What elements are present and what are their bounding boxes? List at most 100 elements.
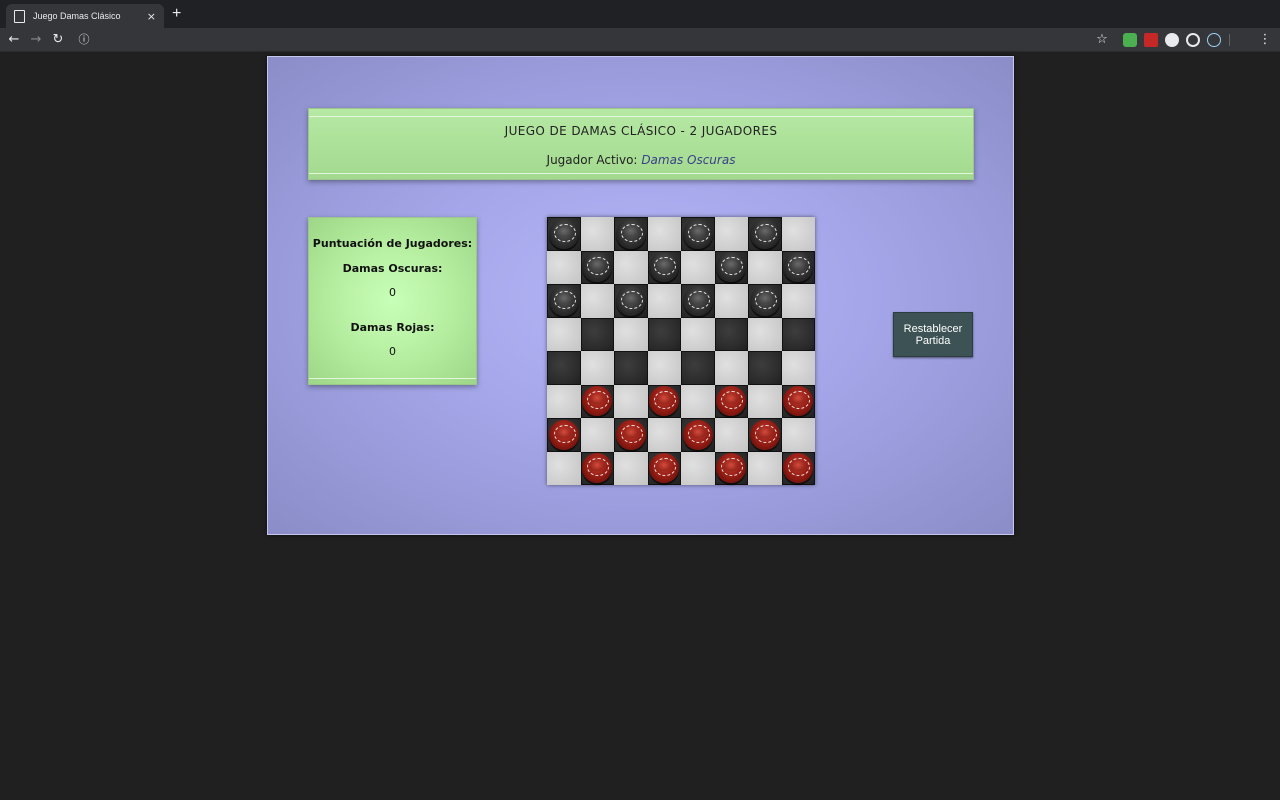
dark-checker-piece[interactable] bbox=[716, 252, 747, 283]
board-square[interactable] bbox=[781, 250, 815, 284]
board-square[interactable] bbox=[580, 250, 614, 284]
board-square[interactable] bbox=[580, 418, 614, 452]
red-checker-piece[interactable] bbox=[582, 386, 613, 417]
board-square[interactable] bbox=[714, 384, 748, 418]
board-square[interactable] bbox=[681, 418, 715, 452]
red-checker-piece[interactable] bbox=[649, 386, 680, 417]
board-square[interactable] bbox=[580, 317, 614, 351]
red-checker-piece[interactable] bbox=[716, 386, 747, 417]
board-square[interactable] bbox=[647, 351, 681, 385]
board-square[interactable] bbox=[681, 384, 715, 418]
board-square[interactable] bbox=[714, 317, 748, 351]
board-square[interactable] bbox=[781, 418, 815, 452]
board-square[interactable] bbox=[580, 451, 614, 485]
board-square[interactable] bbox=[647, 451, 681, 485]
board-square[interactable] bbox=[547, 418, 581, 452]
board-square[interactable] bbox=[714, 250, 748, 284]
dark-checker-piece[interactable] bbox=[749, 285, 780, 316]
red-checker-piece[interactable] bbox=[649, 453, 680, 484]
board-square[interactable] bbox=[614, 217, 648, 251]
board-square[interactable] bbox=[547, 451, 581, 485]
dark-checker-piece[interactable] bbox=[615, 218, 646, 249]
red-checker-piece[interactable] bbox=[548, 419, 579, 450]
board-square[interactable] bbox=[748, 217, 782, 251]
board-square[interactable] bbox=[781, 284, 815, 318]
board-square[interactable] bbox=[748, 284, 782, 318]
board-square[interactable] bbox=[714, 418, 748, 452]
board-square[interactable] bbox=[714, 351, 748, 385]
board-square[interactable] bbox=[580, 217, 614, 251]
board-square[interactable] bbox=[781, 451, 815, 485]
close-tab-icon[interactable]: × bbox=[147, 10, 156, 23]
dark-checker-piece[interactable] bbox=[749, 218, 780, 249]
board-square[interactable] bbox=[681, 317, 715, 351]
board-square[interactable] bbox=[614, 451, 648, 485]
browser-menu-icon[interactable]: ⋮ bbox=[1256, 31, 1274, 49]
reset-game-button[interactable]: Restablecer Partida bbox=[893, 312, 973, 357]
board-square[interactable] bbox=[547, 351, 581, 385]
board-square[interactable] bbox=[681, 250, 715, 284]
board-square[interactable] bbox=[647, 250, 681, 284]
extension-icon[interactable] bbox=[1123, 33, 1137, 47]
board-square[interactable] bbox=[647, 418, 681, 452]
board-square[interactable] bbox=[547, 384, 581, 418]
board-square[interactable] bbox=[681, 217, 715, 251]
board-square[interactable] bbox=[714, 284, 748, 318]
site-info-icon[interactable]: ⓘ bbox=[75, 31, 93, 49]
red-checker-piece[interactable] bbox=[615, 419, 646, 450]
dark-checker-piece[interactable] bbox=[548, 218, 579, 249]
board-square[interactable] bbox=[547, 317, 581, 351]
red-checker-piece[interactable] bbox=[716, 453, 747, 484]
red-checker-piece[interactable] bbox=[749, 419, 780, 450]
board-square[interactable] bbox=[647, 284, 681, 318]
dark-checker-piece[interactable] bbox=[615, 285, 646, 316]
dark-checker-piece[interactable] bbox=[582, 252, 613, 283]
board-square[interactable] bbox=[681, 351, 715, 385]
board-square[interactable] bbox=[547, 284, 581, 318]
board-square[interactable] bbox=[714, 451, 748, 485]
board-square[interactable] bbox=[647, 217, 681, 251]
reload-icon[interactable]: ↻ bbox=[49, 31, 67, 49]
extension-icon[interactable] bbox=[1165, 33, 1179, 47]
board-square[interactable] bbox=[614, 317, 648, 351]
board-square[interactable] bbox=[748, 451, 782, 485]
board-square[interactable] bbox=[781, 351, 815, 385]
board-square[interactable] bbox=[580, 284, 614, 318]
board-square[interactable] bbox=[748, 418, 782, 452]
red-checker-piece[interactable] bbox=[783, 386, 814, 417]
board-square[interactable] bbox=[781, 317, 815, 351]
new-tab-icon[interactable]: + bbox=[172, 5, 181, 23]
back-icon[interactable]: ← bbox=[5, 31, 23, 49]
board-square[interactable] bbox=[647, 384, 681, 418]
board-square[interactable] bbox=[714, 217, 748, 251]
board-square[interactable] bbox=[748, 250, 782, 284]
board-square[interactable] bbox=[748, 384, 782, 418]
red-checker-piece[interactable] bbox=[783, 453, 814, 484]
board-square[interactable] bbox=[547, 250, 581, 284]
extension-icon[interactable] bbox=[1186, 33, 1200, 47]
board-square[interactable] bbox=[614, 418, 648, 452]
board-square[interactable] bbox=[580, 351, 614, 385]
board-square[interactable] bbox=[614, 351, 648, 385]
dark-checker-piece[interactable] bbox=[649, 252, 680, 283]
extension-icon[interactable] bbox=[1144, 33, 1158, 47]
board-square[interactable] bbox=[647, 317, 681, 351]
dark-checker-piece[interactable] bbox=[548, 285, 579, 316]
forward-icon[interactable]: → bbox=[27, 31, 45, 49]
react-devtools-icon[interactable] bbox=[1207, 33, 1221, 47]
bookmark-star-icon[interactable]: ☆ bbox=[1093, 31, 1111, 49]
board-square[interactable] bbox=[614, 384, 648, 418]
board-square[interactable] bbox=[681, 451, 715, 485]
dark-checker-piece[interactable] bbox=[783, 252, 814, 283]
browser-tab[interactable]: Juego Damas Clásico × bbox=[6, 4, 164, 28]
board-square[interactable] bbox=[614, 284, 648, 318]
board-square[interactable] bbox=[781, 384, 815, 418]
red-checker-piece[interactable] bbox=[682, 419, 713, 450]
board-square[interactable] bbox=[547, 217, 581, 251]
dark-checker-piece[interactable] bbox=[682, 285, 713, 316]
board-square[interactable] bbox=[580, 384, 614, 418]
board-square[interactable] bbox=[748, 351, 782, 385]
board-square[interactable] bbox=[614, 250, 648, 284]
dark-checker-piece[interactable] bbox=[682, 218, 713, 249]
red-checker-piece[interactable] bbox=[582, 453, 613, 484]
